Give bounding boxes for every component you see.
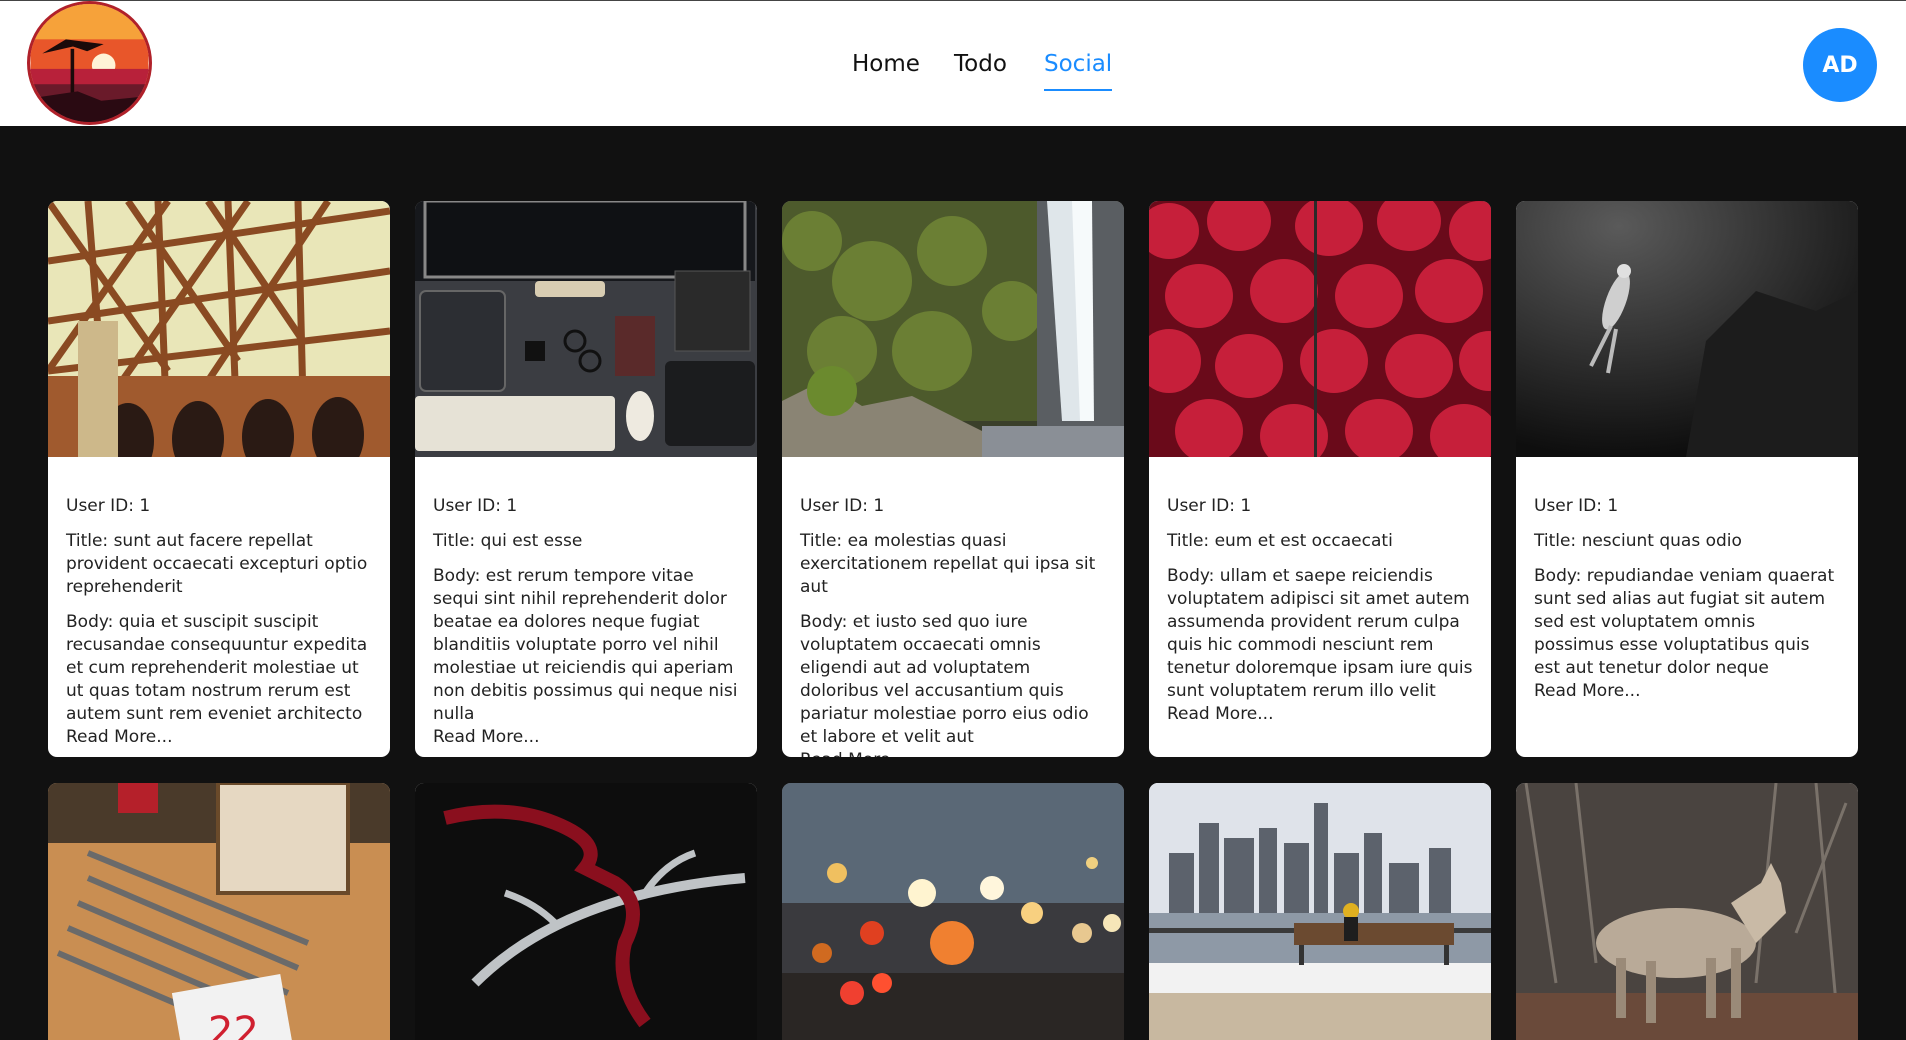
antler-image: [415, 783, 757, 1040]
post-body: Body: est rerum tempore vitae sequi sint…: [433, 566, 738, 724]
waterfall-image: [782, 201, 1124, 457]
post-body: Body: et iusto sed quo iure voluptatem o…: [800, 612, 1089, 747]
read-more-link[interactable]: Read More...: [66, 726, 372, 749]
pencils-image: 22: [48, 783, 390, 1040]
top-navbar: Home Todo Social AD: [0, 0, 1906, 126]
post-card: [1516, 783, 1858, 1040]
post-card: 22: [48, 783, 390, 1040]
post-title: Title: sunt aut facere repellat providen…: [66, 531, 368, 597]
diver-image: [1516, 201, 1858, 457]
read-more-link[interactable]: Read More...: [433, 726, 739, 749]
post-card: User ID: 1 Title: nesciunt quas odio Bod…: [1516, 201, 1858, 757]
user-avatar[interactable]: AD: [1803, 28, 1877, 102]
post-card: [1149, 783, 1491, 1040]
nav-todo-link[interactable]: Todo: [954, 51, 1007, 89]
post-card: User ID: 1 Title: sunt aut facere repell…: [48, 201, 390, 757]
post-body: Body: repudiandae veniam quaerat sunt se…: [1534, 566, 1835, 678]
post-user-id: User ID: 1: [800, 496, 885, 516]
desk-setup-image: [415, 201, 757, 457]
coyote-image: [1516, 783, 1858, 1040]
post-content: User ID: 1 Title: nesciunt quas odio Bod…: [1516, 457, 1858, 703]
strawberries-image: [1149, 201, 1491, 457]
post-card: User ID: 1 Title: qui est esse Body: est…: [415, 201, 757, 757]
read-more-link[interactable]: Read More...: [1167, 703, 1473, 726]
post-title: Title: eum et est occaecati: [1167, 531, 1393, 551]
post-body: Body: ullam et saepe reiciendis voluptat…: [1167, 566, 1473, 701]
post-title: Title: ea molestias quasi exercitationem…: [800, 531, 1096, 597]
read-more-link[interactable]: Read More...: [1534, 680, 1840, 703]
read-more-link[interactable]: Read More...: [800, 749, 1106, 757]
city-bokeh-image: [782, 783, 1124, 1040]
post-body: Body: quia et suscipit suscipit recusand…: [66, 612, 368, 724]
nav-home-link[interactable]: Home: [852, 51, 920, 89]
post-content: User ID: 1 Title: qui est esse Body: est…: [415, 457, 757, 749]
main-nav: Home Todo Social: [0, 51, 1906, 97]
post-content: User ID: 1 Title: ea molestias quasi exe…: [782, 457, 1124, 757]
post-card: [782, 783, 1124, 1040]
post-content: User ID: 1 Title: eum et est occaecati B…: [1149, 457, 1491, 726]
post-user-id: User ID: 1: [1534, 496, 1619, 516]
post-title: Title: nesciunt quas odio: [1534, 531, 1742, 551]
post-content: User ID: 1 Title: sunt aut facere repell…: [48, 457, 390, 749]
posts-grid: User ID: 1 Title: sunt aut facere repell…: [48, 201, 1860, 1040]
post-card: [415, 783, 757, 1040]
post-title: Title: qui est esse: [433, 531, 583, 551]
nav-social-link[interactable]: Social: [1044, 51, 1113, 91]
bridge-image: [48, 201, 390, 457]
post-user-id: User ID: 1: [66, 496, 151, 516]
svg-text:22: 22: [208, 1009, 259, 1040]
post-user-id: User ID: 1: [433, 496, 518, 516]
skyline-bench-image: [1149, 783, 1491, 1040]
post-card: User ID: 1 Title: ea molestias quasi exe…: [782, 201, 1124, 757]
post-user-id: User ID: 1: [1167, 496, 1252, 516]
post-card: User ID: 1 Title: eum et est occaecati B…: [1149, 201, 1491, 757]
